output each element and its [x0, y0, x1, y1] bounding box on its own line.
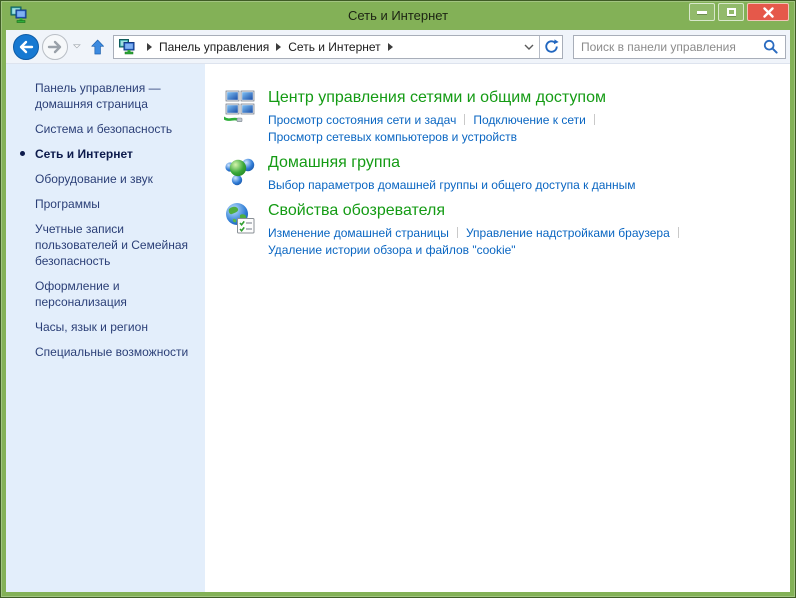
link-row: Удаление истории обзора и файлов "cookie…	[268, 242, 687, 259]
link-delete-browsing-history[interactable]: Удаление истории обзора и файлов "cookie…	[268, 243, 516, 257]
address-dropdown-chevron-icon[interactable]	[519, 44, 539, 50]
link-separator	[457, 227, 458, 238]
close-icon	[763, 7, 774, 18]
link-separator	[594, 114, 595, 125]
link-connect-to-network[interactable]: Подключение к сети	[473, 113, 585, 127]
sidebar: Панель управления — домашняя страница Си…	[6, 64, 205, 592]
search-box[interactable]	[573, 35, 786, 59]
section-body: Центр управления сетями и общим доступом…	[268, 88, 606, 146]
window-body: Панель управления Сеть и Интернет	[6, 30, 790, 592]
sidebar-item-appearance-personalization[interactable]: Оформление и персонализация	[35, 278, 203, 310]
section-homegroup: Домашняя группа Выбор параметров домашне…	[224, 153, 790, 194]
link-row: Просмотр сетевых компьютеров и устройств	[268, 129, 606, 146]
link-row: Выбор параметров домашней группы и общег…	[268, 177, 636, 194]
minimize-button[interactable]	[689, 3, 715, 21]
breadcrumb-arrow-icon[interactable]	[388, 43, 393, 51]
caption-buttons	[689, 3, 789, 21]
section-title-homegroup[interactable]: Домашняя группа	[268, 153, 636, 173]
minimize-icon	[697, 11, 707, 14]
section-network-sharing-center: Центр управления сетями и общим доступом…	[224, 88, 790, 146]
forward-button[interactable]	[41, 33, 69, 61]
refresh-button[interactable]	[539, 36, 562, 58]
link-row: Просмотр состояния сети и задач Подключен…	[268, 112, 606, 129]
sidebar-item-programs[interactable]: Программы	[35, 196, 203, 212]
link-row: Изменение домашней страницы Управление на…	[268, 225, 687, 242]
link-view-network-status[interactable]: Просмотр состояния сети и задач	[268, 113, 456, 127]
maximize-button[interactable]	[718, 3, 744, 21]
address-bar[interactable]: Панель управления Сеть и Интернет	[113, 35, 563, 59]
main-panel: Центр управления сетями и общим доступом…	[205, 64, 790, 592]
breadcrumb-arrow-icon[interactable]	[147, 43, 152, 51]
sidebar-item-user-accounts[interactable]: Учетные записи пользователей и Семейная …	[35, 221, 203, 269]
sidebar-item-network-internet: Сеть и Интернет	[35, 146, 203, 162]
back-button[interactable]	[12, 33, 40, 61]
window-title: Сеть и Интернет	[0, 8, 796, 23]
sidebar-item-clock-language-region[interactable]: Часы, язык и регион	[35, 319, 203, 335]
section-internet-options: Свойства обозревателя Изменение домашней…	[224, 201, 790, 259]
section-body: Свойства обозревателя Изменение домашней…	[268, 201, 687, 259]
section-title-internet-options[interactable]: Свойства обозревателя	[268, 201, 687, 221]
close-button[interactable]	[747, 3, 789, 21]
search-input[interactable]	[581, 40, 763, 54]
maximize-icon	[727, 8, 736, 16]
recent-pages-chevron-icon[interactable]	[73, 43, 81, 50]
section-body: Домашняя группа Выбор параметров домашне…	[268, 153, 636, 194]
network-sharing-center-icon[interactable]	[224, 89, 256, 123]
search-icon[interactable]	[763, 39, 778, 54]
link-view-network-computers[interactable]: Просмотр сетевых компьютеров и устройств	[268, 130, 517, 144]
link-homegroup-options[interactable]: Выбор параметров домашней группы и общег…	[268, 178, 636, 192]
up-button[interactable]	[91, 36, 104, 58]
section-title-network-sharing-center[interactable]: Центр управления сетями и общим доступом	[268, 88, 606, 108]
breadcrumb-network-internet[interactable]: Сеть и Интернет	[288, 40, 380, 54]
content-area: Панель управления — домашняя страница Си…	[6, 64, 790, 592]
sidebar-item-system-security[interactable]: Система и безопасность	[35, 121, 203, 137]
sidebar-item-ease-of-access[interactable]: Специальные возможности	[35, 344, 203, 360]
refresh-icon	[544, 39, 559, 54]
navigation-toolbar: Панель управления Сеть и Интернет	[6, 30, 790, 64]
link-separator	[678, 227, 679, 238]
homegroup-icon[interactable]	[224, 154, 256, 188]
selected-bullet-icon	[20, 151, 25, 156]
breadcrumb-control-panel[interactable]: Панель управления	[159, 40, 269, 54]
link-change-homepage[interactable]: Изменение домашней страницы	[268, 226, 449, 240]
sidebar-item-control-panel-home[interactable]: Панель управления — домашняя страница	[35, 80, 203, 112]
sidebar-item-hardware-sound[interactable]: Оборудование и звук	[35, 171, 203, 187]
link-manage-browser-addons[interactable]: Управление надстройками браузера	[466, 226, 670, 240]
title-bar[interactable]: Сеть и Интернет	[0, 0, 796, 30]
control-panel-window: Сеть и Интернет	[0, 0, 796, 598]
breadcrumb-arrow-icon[interactable]	[276, 43, 281, 51]
control-panel-icon	[119, 39, 135, 55]
window-network-icon	[10, 6, 28, 24]
internet-options-icon[interactable]	[224, 202, 256, 236]
link-separator	[464, 114, 465, 125]
